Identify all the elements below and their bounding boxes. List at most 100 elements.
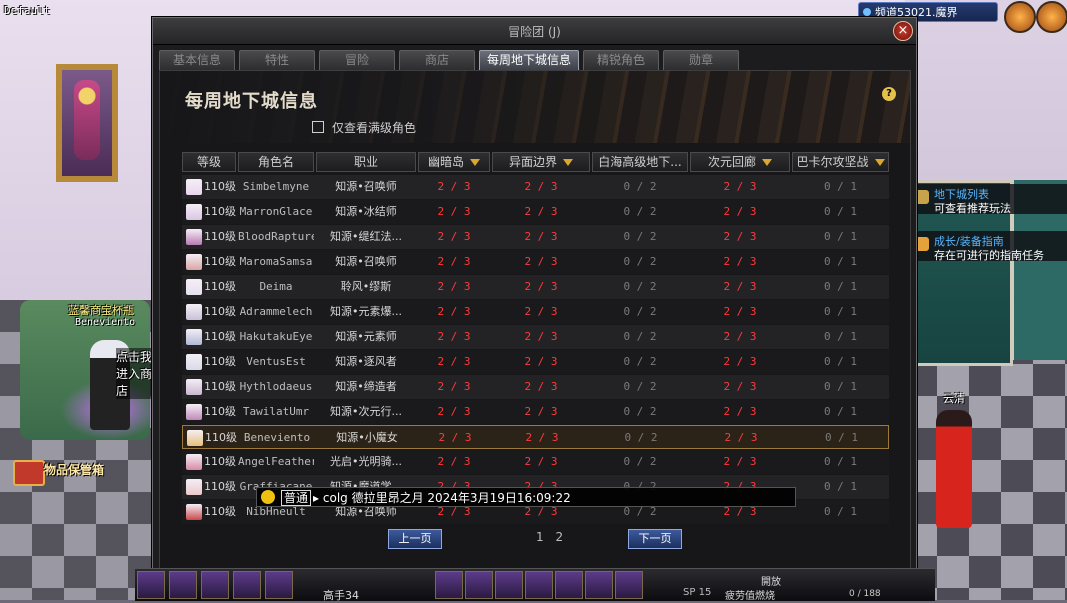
guide-dungeon-list[interactable]: 地下城列表 可查看推荐玩法 — [912, 184, 1067, 215]
tab-adventure[interactable]: 冒险 — [319, 50, 395, 70]
table-row[interactable]: 110级 Simbelmyne 知源•召唤师 2 / 3 2 / 3 0 / 2 2 / 3… — [182, 175, 889, 199]
dungeon-count-cell: 0 / 2 — [623, 330, 657, 343]
skill-slot-icon[interactable] — [137, 571, 165, 599]
window-titlebar[interactable]: 冒险团 (J) × — [153, 18, 916, 45]
table-row[interactable]: 110级 VentusEst 知源•逐风者 2 / 3 2 / 3 0 / 2 2 / 3 0… — [182, 350, 889, 374]
page-2[interactable]: 2 — [555, 530, 563, 544]
page-1[interactable]: 1 — [536, 530, 544, 544]
column-header-label: 白海高级地下... — [598, 155, 682, 169]
skill-slot-icon[interactable] — [233, 571, 261, 599]
skill-slot-icon[interactable] — [169, 571, 197, 599]
dungeon-count-cell: 2 / 3 — [437, 330, 471, 343]
tab-traits[interactable]: 特性 — [239, 50, 315, 70]
skill-slot-icon[interactable] — [525, 571, 553, 599]
table-row[interactable]: 110级 Deima 聆风•缪斯 2 / 3 2 / 3 0 / 2 2 / 3 0 / 1 — [182, 275, 889, 299]
storage-chest-icon[interactable] — [13, 460, 45, 486]
chat-channel[interactable]: 普通 — [281, 490, 312, 506]
skill-slot-icon[interactable] — [465, 571, 493, 599]
dungeon-count-cell: 0 / 1 — [823, 230, 858, 243]
npc-yunqing[interactable] — [936, 410, 972, 528]
guide-growth[interactable]: 成长/装备指南 存在可进行的指南任务 — [912, 231, 1067, 262]
level-cell: 110级 — [204, 305, 236, 318]
dungeon-count-cell: 2 / 3 — [525, 431, 559, 444]
skill-slot-icon[interactable] — [615, 571, 643, 599]
prev-page-button[interactable]: 上一页 — [388, 529, 442, 549]
level-cell: 110级 — [204, 255, 236, 268]
level-cell: 110级 — [204, 330, 236, 343]
pvp-icon[interactable] — [1004, 1, 1036, 33]
shop-hint[interactable]: 点击我进入商店 — [116, 348, 156, 399]
tab-medals[interactable]: 勋章 — [663, 50, 739, 70]
sp-text: SP — [683, 587, 696, 598]
checkbox-icon[interactable] — [312, 121, 324, 133]
name-cell: Beneviento — [243, 431, 311, 444]
column-header: 等级 — [182, 152, 236, 172]
player-name: Beneviento — [75, 317, 136, 328]
column-header[interactable]: 幽暗岛 — [418, 152, 490, 172]
open-button[interactable]: 開放 — [761, 573, 781, 588]
max-level-filter[interactable]: 仅查看满级角色 — [312, 119, 416, 136]
sort-arrow-icon[interactable] — [563, 159, 573, 166]
tab-elite-characters[interactable]: 精锐角色 — [583, 50, 659, 70]
tab-basic-info[interactable]: 基本信息 — [159, 50, 235, 70]
table-row[interactable]: 110级 Beneviento 知源•小魔女 2 / 3 2 / 3 0 / 2 2 / 3… — [182, 425, 889, 449]
level-cell: 110级 — [204, 205, 236, 218]
level-cell: 110级 — [204, 230, 236, 243]
table-row[interactable]: 110级 TawilatUmr 知源•次元行... 2 / 3 2 / 3 0 / 2 2 … — [182, 400, 889, 424]
portrait-painting — [56, 64, 118, 182]
name-cell: HakutakuEye — [239, 330, 313, 343]
tab-shop[interactable]: 商店 — [399, 50, 475, 70]
column-header: 职业 — [316, 152, 416, 172]
skill-slot-icon[interactable] — [555, 571, 583, 599]
skill-slot-icon[interactable] — [585, 571, 613, 599]
close-icon[interactable]: × — [893, 21, 913, 41]
character-avatar-icon — [186, 204, 202, 220]
column-header[interactable]: 次元回廊 — [690, 152, 790, 172]
character-avatar-icon — [186, 329, 202, 345]
dungeon-count-cell: 2 / 3 — [524, 455, 558, 468]
dungeon-count-cell: 0 / 2 — [623, 405, 657, 418]
sort-arrow-icon[interactable] — [874, 159, 885, 166]
dungeon-count-cell: 0 / 1 — [824, 431, 859, 444]
job-cell: 知源•次元行... — [330, 405, 402, 418]
dungeon-count-cell: 2 / 3 — [524, 230, 558, 243]
sort-arrow-icon[interactable] — [470, 159, 480, 166]
menu-orb-icon[interactable] — [1036, 1, 1067, 33]
table-row[interactable]: 110级 BloodRapture 知源•缇红法... 2 / 3 2 / 3 0 / 2… — [182, 225, 889, 249]
dungeon-count-cell: 2 / 3 — [524, 280, 558, 293]
panel-banner: 每周地下城信息 ? 仅查看满级角色 — [160, 71, 910, 143]
storage-label[interactable]: 物品保管箱 — [44, 461, 104, 478]
next-page-button[interactable]: 下一页 — [628, 529, 682, 549]
skill-slot-icon[interactable] — [201, 571, 229, 599]
tab-weekly-dungeon[interactable]: 每周地下城信息 — [479, 50, 579, 70]
dungeon-count-cell: 0 / 2 — [623, 305, 657, 318]
table-row[interactable]: 110级 MarronGlace 知源•冰结师 2 / 3 2 / 3 0 / 2 2 / … — [182, 200, 889, 224]
dungeon-count-cell: 0 / 2 — [624, 431, 658, 444]
table-row[interactable]: 110级 HakutakuEye 知源•元素师 2 / 3 2 / 3 0 / 2 2 / … — [182, 325, 889, 349]
level-cell: 110级 — [204, 355, 236, 368]
column-header-label: 职业 — [353, 155, 378, 169]
table-row[interactable]: 110级 AngelFeather 光启•光明骑... 2 / 3 2 / 3 0 / 2… — [182, 450, 889, 474]
column-header[interactable]: 异面边界 — [492, 152, 590, 172]
skill-slot-icon[interactable] — [495, 571, 523, 599]
dungeon-count-cell: 2 / 3 — [723, 330, 757, 343]
skill-slot-icon[interactable] — [435, 571, 463, 599]
job-cell: 知源•冰结师 — [335, 205, 397, 218]
skill-slot-icon[interactable] — [265, 571, 293, 599]
column-header-label: 幽暗岛 — [427, 155, 464, 169]
table-row[interactable]: 110级 MaromaSamsa 知源•召唤师 2 / 3 2 / 3 0 / 2 2 / … — [182, 250, 889, 274]
sort-arrow-icon[interactable] — [762, 159, 772, 166]
sp-value: 15 — [698, 587, 712, 598]
dungeon-count-cell: 0 / 1 — [823, 255, 858, 268]
column-header[interactable]: 白海高级地下... — [592, 152, 688, 184]
job-cell: 知源•召唤师 — [335, 255, 397, 268]
column-header[interactable]: 巴卡尔攻坚战 — [792, 152, 889, 172]
help-icon[interactable]: ? — [882, 87, 896, 101]
dungeon-count-cell: 2 / 3 — [723, 355, 757, 368]
table-row[interactable]: 110级 Adrammelech 知源•元素爆... 2 / 3 2 / 3 0 / 2 2… — [182, 300, 889, 324]
npc-name: 云清 — [943, 392, 965, 405]
table-row[interactable]: 110级 Hythlodaeus 知源•缔造者 2 / 3 2 / 3 0 / 2 2 / … — [182, 375, 889, 399]
dungeon-count-cell: 2 / 3 — [437, 380, 471, 393]
level-cell: 110级 — [204, 455, 236, 468]
name-cell: TawilatUmr — [242, 405, 310, 418]
